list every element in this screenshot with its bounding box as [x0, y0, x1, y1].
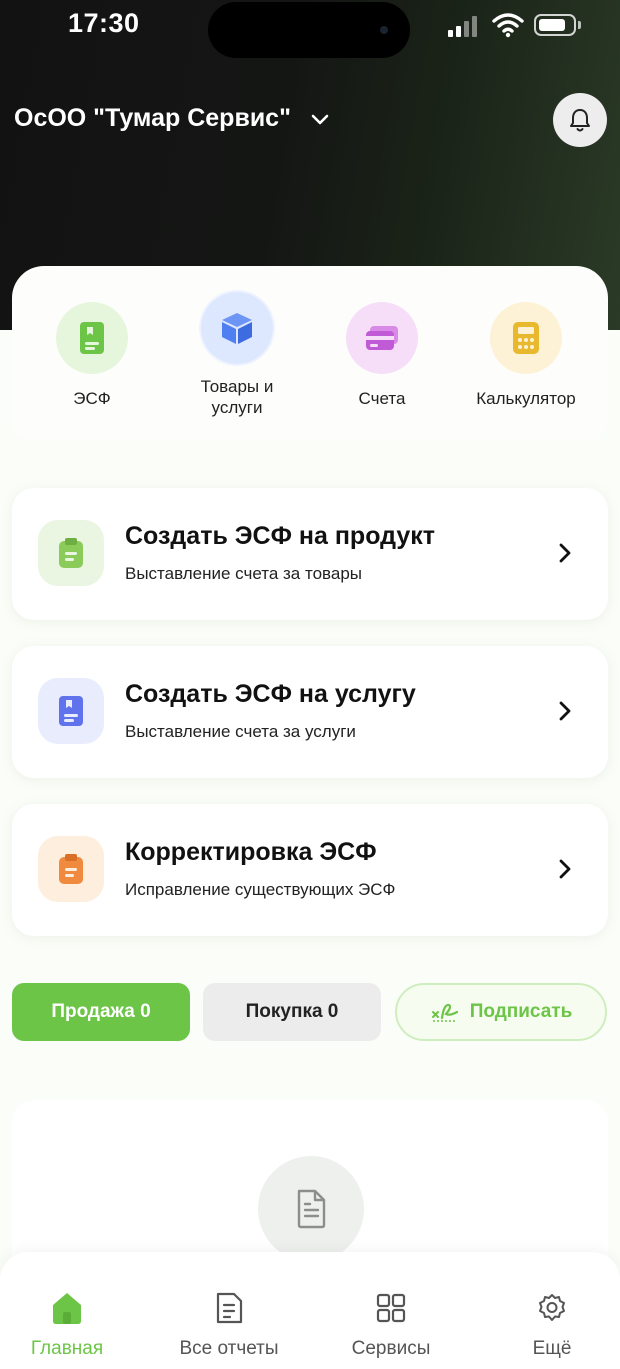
battery-icon: [534, 14, 576, 36]
create-esf-product-card[interactable]: Создать ЭСФ на продукт Выставление счета…: [12, 488, 608, 620]
correct-esf-card[interactable]: Корректировка ЭСФ Исправление существующ…: [12, 804, 608, 936]
settings-icon: [539, 1294, 565, 1321]
card-icon-bg: [38, 520, 104, 586]
empty-state-icon-bg: [258, 1156, 364, 1262]
signal-icon: [448, 15, 482, 37]
file-icon: [297, 1189, 326, 1229]
card-icon-bg: [38, 678, 104, 744]
quick-action-goods-services[interactable]: Товары и услуги: [167, 292, 307, 418]
company-name: ОсОО "Тумар Сервис": [14, 104, 291, 132]
card-subtitle: Исправление существующих ЭСФ: [125, 880, 396, 899]
card-title: Создать ЭСФ на продукт: [125, 522, 435, 550]
chevron-right-icon: [559, 859, 571, 879]
tab-sale[interactable]: Продажа 0: [12, 983, 190, 1041]
card-title: Создать ЭСФ на услугу: [125, 680, 416, 708]
nav-label: Ещё: [532, 1338, 572, 1359]
quick-action-invoices[interactable]: Счета: [312, 302, 452, 409]
card-subtitle: Выставление счета за услуги: [125, 722, 356, 741]
app-screen: 17:30 ОсОО "Тумар Сервис" ЭСФ Товары и у…: [0, 0, 620, 1369]
card-subtitle: Выставление счета за товары: [125, 564, 363, 583]
wifi-icon: [492, 13, 524, 38]
quick-action-label: Калькулятор: [476, 389, 576, 408]
quick-action-esf[interactable]: ЭСФ: [22, 302, 162, 409]
nav-label: Главная: [30, 1338, 104, 1359]
quick-action-icon-bg: [490, 302, 562, 374]
status-bar: 17:30: [0, 0, 620, 60]
chevron-down-icon: [311, 114, 329, 124]
sign-label: Подписать: [469, 1001, 573, 1022]
document-icon: [59, 696, 83, 726]
services-grid-icon: [376, 1293, 406, 1323]
card-title: Корректировка ЭСФ: [125, 838, 377, 866]
nav-home[interactable]: Главная: [0, 1288, 137, 1360]
quick-action-label: ЭСФ: [73, 389, 111, 408]
bell-icon: [570, 109, 590, 132]
signature-icon: [431, 1003, 458, 1022]
status-time: 17:30: [68, 8, 140, 38]
quick-action-icon-bg: [56, 302, 128, 374]
create-esf-service-card[interactable]: Создать ЭСФ на услугу Выставление счета …: [12, 646, 608, 778]
report-icon: [216, 1292, 243, 1324]
quick-action-label: Товары и услуги: [200, 377, 274, 417]
tab-purchase[interactable]: Покупка 0: [203, 983, 381, 1041]
nav-services[interactable]: Сервисы: [321, 1288, 461, 1360]
nav-label: Все отчеты: [179, 1338, 279, 1359]
card-icon-bg: [38, 836, 104, 902]
quick-action-icon-bg: [201, 292, 273, 364]
dynamic-island: [208, 2, 410, 58]
company-selector[interactable]: ОсОО "Тумар Сервис": [14, 104, 331, 133]
quick-action-label: Счета: [358, 389, 406, 408]
quick-action-calculator[interactable]: Калькулятор: [456, 302, 596, 409]
chevron-right-icon: [559, 543, 571, 563]
clipboard-icon: [59, 538, 83, 568]
chevron-right-icon: [559, 701, 571, 721]
notifications-button[interactable]: [553, 93, 607, 147]
quick-actions-panel: ЭСФ Товары и услуги Счета Калькулятор: [12, 266, 608, 441]
nav-all-reports[interactable]: Все отчеты: [159, 1288, 299, 1360]
quick-action-icon-bg: [346, 302, 418, 374]
sign-button[interactable]: Подписать: [395, 983, 607, 1041]
calculator-icon: [513, 322, 539, 354]
nav-label: Сервисы: [351, 1338, 431, 1359]
document-icon: [80, 322, 104, 354]
cube-icon: [222, 313, 252, 344]
nav-more[interactable]: Ещё: [482, 1288, 620, 1360]
clipboard-icon: [59, 854, 83, 884]
home-icon: [53, 1293, 81, 1324]
card-icon: [366, 326, 398, 350]
bottom-navigation: Главная Все отчеты Сервисы Ещё: [0, 1252, 620, 1369]
